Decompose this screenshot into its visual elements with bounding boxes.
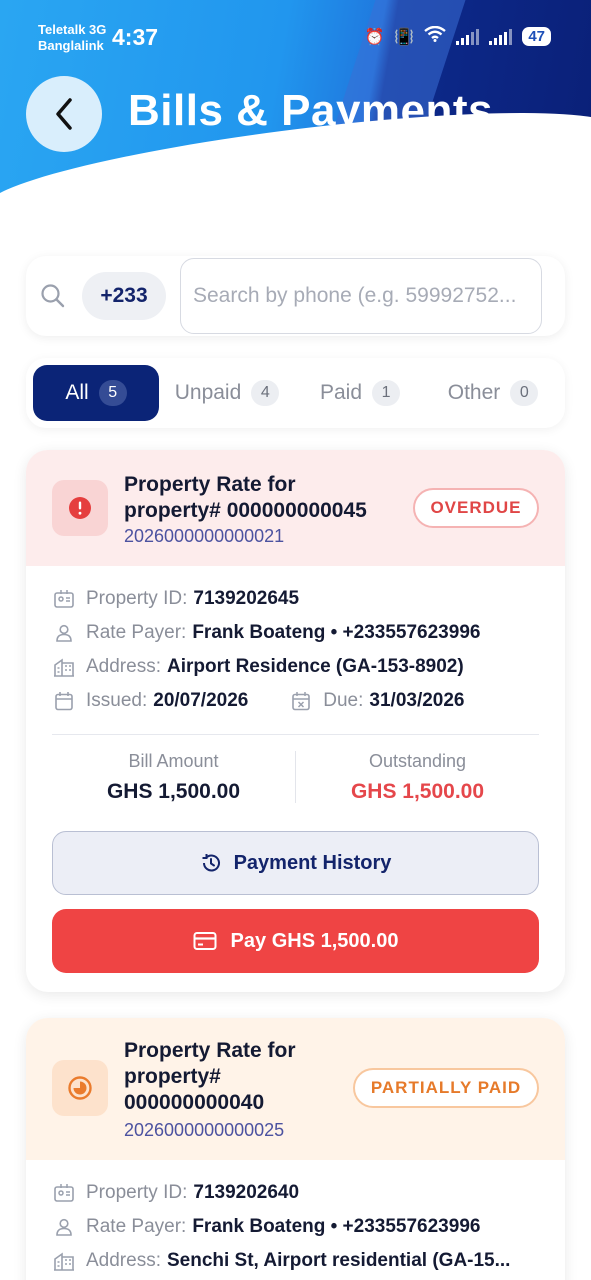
history-icon	[202, 854, 220, 872]
bill-title-line: 000000000040	[124, 1091, 265, 1114]
outstanding-label: Outstanding	[368, 750, 467, 771]
bill-header: Property Rate for property# 000000000045…	[26, 450, 565, 566]
bill-title-line: property#	[124, 1065, 221, 1088]
rate-payer-label: Rate Payer:	[86, 1216, 187, 1237]
tab-unpaid[interactable]: Unpaid 4	[166, 365, 288, 421]
calendar-x-icon	[289, 689, 313, 713]
bill-details: Property ID: 7139202645 Rate Payer: Fran…	[26, 566, 565, 718]
page-title: Bills & Payments	[128, 86, 494, 135]
address-label: Address:	[86, 656, 161, 677]
due-label: Due:	[323, 690, 364, 711]
amount-summary: Bill Amount GHS 1,500.00 Outstanding GHS…	[52, 735, 539, 819]
carrier-info: Teletalk 3G Banglalink	[38, 22, 106, 54]
payment-history-label: Payment History	[233, 851, 392, 874]
vibrate-icon: 📳	[394, 28, 415, 46]
id-card-icon	[52, 1181, 76, 1205]
bill-reference: 2026000000000025	[124, 1120, 285, 1140]
address-label: Address:	[86, 1250, 161, 1271]
clock: 4:37	[112, 24, 159, 50]
address-value: Senchi St, Airport residential (GA-15...	[166, 1250, 511, 1271]
status-badge: PARTIALLY PAID	[353, 1068, 539, 1108]
property-id-label: Property ID:	[86, 1182, 188, 1203]
tab-paid[interactable]: Paid 1	[308, 365, 412, 421]
status-tile	[52, 480, 108, 536]
tab-label: All	[65, 381, 89, 404]
status-bar: Teletalk 3G Banglalink 4:37 ⏰ 📳 47	[0, 0, 591, 70]
rate-payer-value: Frank Boateng • +233557623996	[192, 1216, 481, 1237]
tab-label: Paid	[319, 381, 363, 404]
country-code-selector[interactable]: +233	[82, 272, 166, 320]
pay-label: Pay GHS 1,500.00	[230, 929, 399, 952]
property-id-value: 7139202645	[193, 588, 300, 609]
status-badge: OVERDUE	[413, 488, 539, 528]
bill-amount-label: Bill Amount	[128, 750, 219, 771]
search-input[interactable]	[180, 258, 542, 334]
rate-payer-row: Rate Payer: Frank Boateng • +23355762399…	[52, 1210, 539, 1244]
battery-indicator: 47	[522, 27, 551, 46]
calendar-icon	[52, 689, 76, 713]
alarm-icon: ⏰	[364, 28, 385, 46]
address-value: Airport Residence (GA-153-8902)	[166, 656, 464, 677]
property-id-row: Property ID: 7139202645	[52, 582, 539, 616]
status-icons: ⏰ 📳 47	[364, 25, 551, 47]
bill-amount: Bill Amount GHS 1,500.00	[52, 751, 295, 804]
property-id-label: Property ID:	[86, 588, 188, 609]
bill-title-line: property# 000000000045	[124, 499, 367, 522]
user-icon	[52, 1215, 76, 1239]
tab-label: Unpaid	[174, 381, 242, 404]
bill-card[interactable]: Property Rate for property# 000000000045…	[26, 450, 565, 992]
rate-payer-value: Frank Boateng • +233557623996	[192, 622, 481, 643]
signal-icon	[456, 28, 480, 45]
rate-payer-row: Rate Payer: Frank Boateng • +23355762399…	[52, 616, 539, 650]
bill-reference: 2026000000000021	[124, 526, 285, 546]
outstanding-value: GHS 1,500.00	[350, 779, 485, 803]
tab-count: 4	[251, 380, 280, 406]
bill-title-line: Property Rate for	[124, 473, 296, 496]
bill-details: Property ID: 7139202640 Rate Payer: Fran…	[26, 1160, 565, 1278]
bill-header: Property Rate for property# 000000000040…	[26, 1018, 565, 1160]
bill-title: Property Rate for property# 000000000040	[124, 1038, 296, 1116]
bill-amount-value: GHS 1,500.00	[106, 779, 241, 803]
rate-payer-label: Rate Payer:	[86, 622, 187, 643]
id-card-icon	[52, 587, 76, 611]
building-icon	[52, 1249, 76, 1273]
wifi-icon	[424, 25, 447, 47]
search-card: +233	[26, 256, 565, 336]
tab-other[interactable]: Other 0	[434, 365, 552, 421]
tab-all[interactable]: All 5	[33, 365, 159, 421]
bill-title: Property Rate for property# 000000000045	[124, 472, 367, 524]
carrier-2: Banglalink	[38, 38, 104, 53]
alert-icon	[69, 497, 91, 519]
address-row: Address: Airport Residence (GA-153-8902)	[52, 650, 539, 684]
status-tile	[52, 1060, 108, 1116]
tab-label: Other	[447, 381, 501, 404]
credit-card-icon	[193, 932, 217, 950]
tab-count: 1	[372, 380, 401, 406]
issued-value: 20/07/2026	[153, 690, 249, 711]
user-icon	[52, 621, 76, 645]
building-icon	[52, 655, 76, 679]
due-value: 31/03/2026	[369, 690, 465, 711]
tab-count: 0	[510, 380, 539, 406]
issued-label: Issued:	[86, 690, 148, 711]
dates-row: Issued: 20/07/2026 Due: 31/03/2026	[52, 684, 539, 718]
back-button[interactable]	[26, 76, 102, 152]
property-id-row: Property ID: 7139202640	[52, 1176, 539, 1210]
filter-tabs: All 5 Unpaid 4 Paid 1 Other 0	[26, 358, 565, 428]
pay-button[interactable]: Pay GHS 1,500.00	[52, 909, 539, 973]
bill-card[interactable]: Property Rate for property# 000000000040…	[26, 1018, 565, 1280]
carrier-1: Teletalk 3G	[38, 22, 107, 37]
outstanding-amount: Outstanding GHS 1,500.00	[296, 751, 539, 804]
signal-icon-2	[489, 28, 513, 45]
bill-title-line: Property Rate for	[124, 1039, 296, 1062]
tab-count: 5	[98, 380, 127, 406]
chevron-left-icon	[56, 98, 72, 130]
search-icon	[41, 284, 65, 308]
property-id-value: 7139202640	[193, 1182, 300, 1203]
pie-progress-icon	[68, 1076, 92, 1100]
payment-history-button[interactable]: Payment History	[52, 831, 539, 895]
address-row: Address: Senchi St, Airport residential …	[52, 1244, 539, 1278]
